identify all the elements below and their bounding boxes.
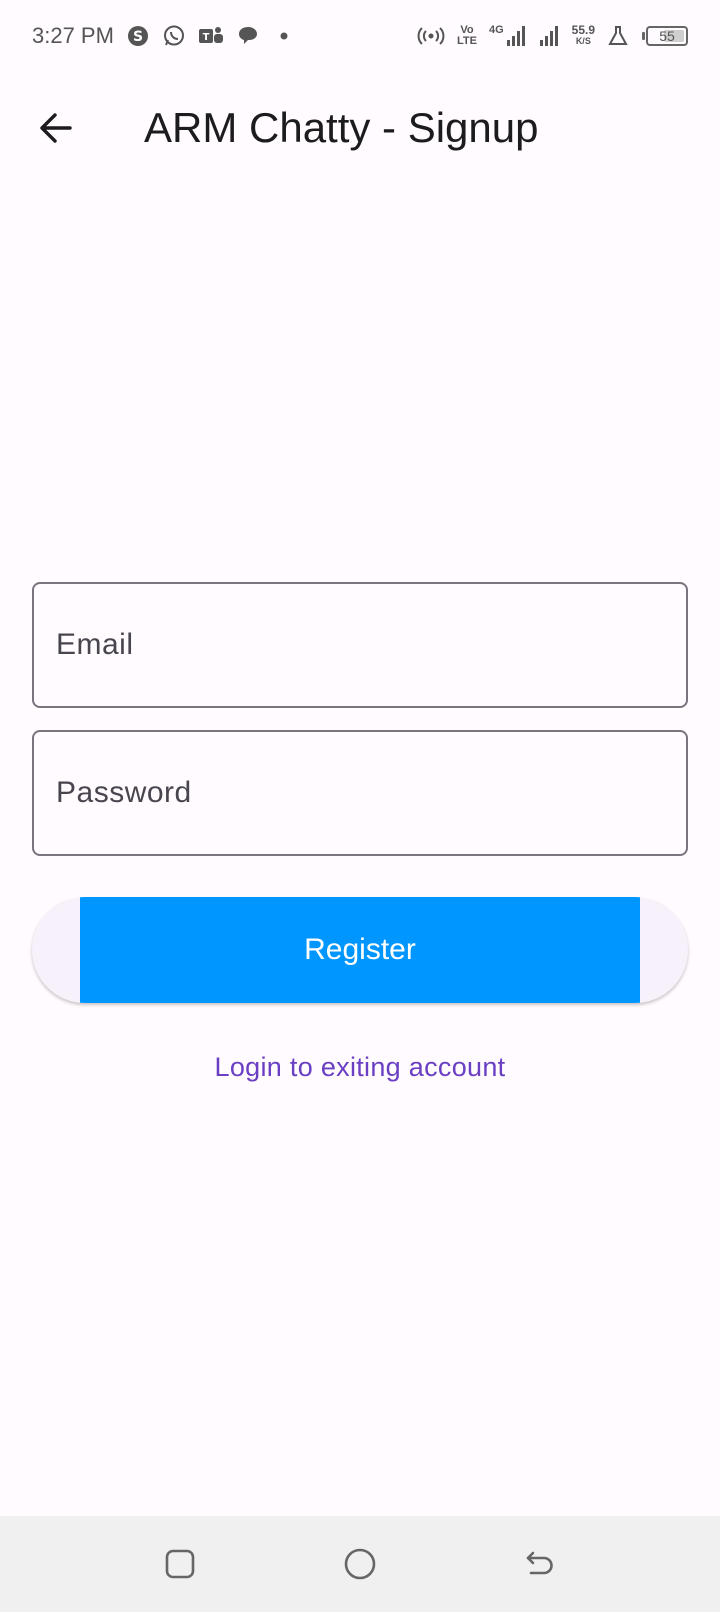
status-right: Vo LTE 4G 55.9 K/S 55	[417, 24, 688, 48]
signup-screen: 3:27 PM S T Vo LTE 4G 55.9 K/S 55 ARM Ch…	[0, 0, 720, 1612]
system-back-button[interactable]	[516, 1540, 564, 1588]
register-button-container[interactable]: Register	[32, 897, 688, 1003]
app-bar: ARM Chatty - Signup	[0, 72, 720, 184]
net-speed-value: 55.9	[571, 23, 595, 37]
system-nav-bar	[0, 1516, 720, 1612]
home-icon	[343, 1547, 377, 1581]
net-speed-icon: 55.9 K/S	[571, 23, 595, 47]
hotspot-icon	[417, 24, 445, 48]
svg-text:T: T	[203, 32, 210, 43]
password-field-container	[32, 730, 688, 856]
network-type-label: 4G	[488, 24, 504, 36]
back-button[interactable]	[28, 100, 84, 156]
whatsapp-icon	[162, 24, 186, 48]
status-bar: 3:27 PM S T Vo LTE 4G 55.9 K/S 55	[0, 0, 720, 72]
teams-icon: T	[198, 24, 224, 48]
svg-text:S: S	[133, 29, 143, 45]
battery-icon: 55	[641, 26, 688, 46]
signal-icon	[538, 25, 560, 47]
password-input[interactable]	[56, 776, 664, 810]
status-left: 3:27 PM S T	[32, 23, 296, 49]
login-existing-account-link[interactable]: Login to exiting account	[0, 1052, 720, 1083]
home-button[interactable]	[336, 1540, 384, 1588]
battery-level: 55	[659, 28, 675, 44]
chat-bubble-icon	[236, 24, 260, 48]
battery-body: 55	[646, 26, 688, 46]
lab-flask-icon	[607, 25, 629, 47]
recent-apps-button[interactable]	[156, 1540, 204, 1588]
email-field-container	[32, 582, 688, 708]
battery-nub	[642, 32, 645, 40]
dot-icon	[272, 24, 296, 48]
arrow-left-icon	[38, 110, 74, 146]
signal-4g-icon: 4G	[489, 25, 526, 47]
volte-icon: Vo LTE	[457, 25, 477, 47]
skype-icon: S	[126, 24, 150, 48]
page-title: ARM Chatty - Signup	[144, 104, 539, 151]
back-icon	[523, 1547, 557, 1581]
status-time: 3:27 PM	[32, 23, 114, 48]
volte-bottom-label: LTE	[456, 35, 477, 47]
email-input[interactable]	[56, 628, 664, 662]
register-button[interactable]: Register	[80, 897, 640, 1003]
net-speed-unit: K/S	[575, 36, 591, 46]
recent-apps-icon	[164, 1548, 196, 1580]
